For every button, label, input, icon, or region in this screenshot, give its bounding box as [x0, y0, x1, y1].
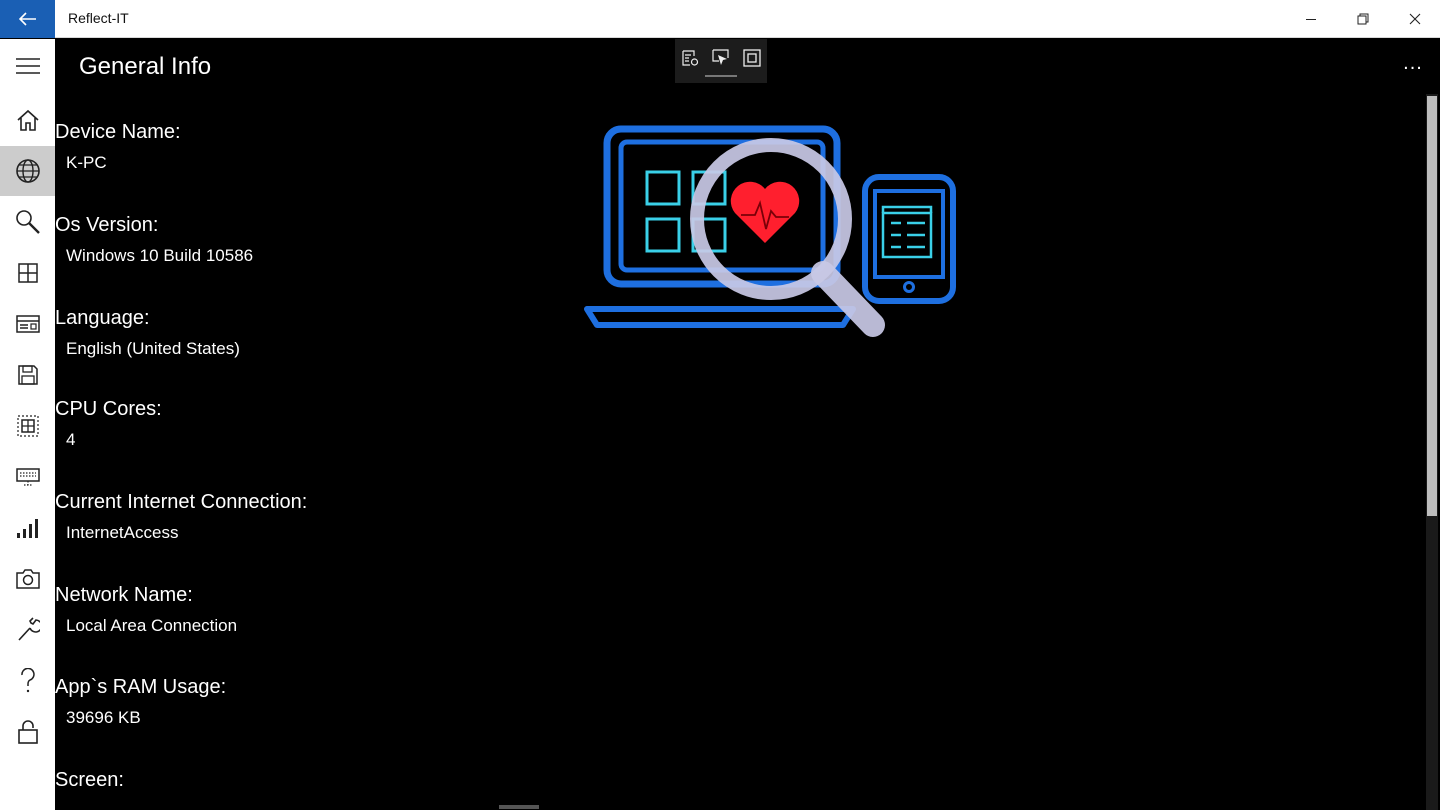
info-value: Windows 10 Build 10586	[66, 246, 254, 265]
cursor-select-icon	[712, 49, 729, 65]
info-item-os-version: Os Version: Windows 10 Build 10586	[55, 214, 253, 266]
info-label: Device Name:	[55, 121, 181, 143]
tree-settings-icon	[682, 50, 699, 66]
info-item-screen: Screen:	[55, 769, 124, 801]
back-button[interactable]	[0, 0, 55, 38]
scroll-thumb[interactable]	[1427, 96, 1437, 516]
layout-adorner-button[interactable]	[741, 47, 763, 69]
info-label: Language:	[55, 307, 150, 329]
sidebar-item-general-info[interactable]	[0, 146, 55, 196]
info-value: InternetAccess	[66, 523, 179, 542]
apps-grid-icon	[17, 263, 38, 283]
restore-button[interactable]	[1337, 0, 1389, 38]
sidebar	[0, 39, 55, 810]
info-value: K-PC	[66, 153, 107, 172]
close-icon	[1409, 13, 1421, 25]
sidebar-item-help[interactable]	[0, 656, 55, 706]
sidebar-item-apps[interactable]	[0, 248, 55, 298]
minimize-icon	[1306, 19, 1316, 20]
info-label: Current Internet Connection:	[55, 491, 308, 513]
sidebar-item-camera[interactable]	[0, 554, 55, 604]
select-element-button[interactable]	[710, 47, 732, 69]
info-value: 39696 KB	[66, 708, 141, 727]
close-button[interactable]	[1389, 0, 1440, 38]
globe-icon	[15, 159, 40, 183]
info-value: 4	[66, 430, 76, 449]
sidebar-item-processor[interactable]	[0, 401, 55, 451]
frame-icon	[742, 49, 761, 67]
sidebar-item-search[interactable]	[0, 197, 55, 247]
storage-icon	[17, 365, 38, 385]
sidebar-item-home[interactable]	[0, 95, 55, 145]
info-item-internet-connection: Current Internet Connection: InternetAcc…	[55, 491, 307, 543]
debug-toolbar	[675, 39, 767, 83]
page-title: General Info	[79, 53, 212, 80]
info-value: English (United States)	[66, 339, 240, 358]
device-health-illustration	[584, 125, 956, 337]
app-title: Reflect-IT	[68, 10, 129, 26]
title-bar: Reflect-IT	[0, 0, 1440, 38]
restore-icon	[1357, 13, 1369, 25]
sidebar-item-menu[interactable]	[0, 41, 55, 91]
main-content: General Info ... Device Name: K-PC Os Ve…	[55, 39, 1440, 810]
more-options-button[interactable]: ...	[1395, 53, 1431, 81]
arrow-left-icon	[18, 12, 36, 26]
info-label: CPU Cores:	[55, 398, 162, 420]
sidebar-item-display[interactable]	[0, 452, 55, 502]
info-value: Local Area Connection	[66, 616, 238, 635]
info-item-language: Language: English (United States)	[55, 307, 240, 359]
display-icon	[15, 468, 40, 486]
sidebar-item-lock[interactable]	[0, 707, 55, 757]
processor-icon	[16, 415, 39, 437]
lock-icon	[17, 720, 38, 744]
sidebar-item-tools[interactable]	[0, 605, 55, 655]
help-icon	[20, 668, 35, 693]
camera-icon	[15, 569, 40, 589]
info-label: App`s RAM Usage:	[55, 676, 227, 698]
info-item-ram-usage: App`s RAM Usage: 39696 KB	[55, 676, 226, 728]
vertical-scrollbar[interactable]	[1426, 94, 1438, 810]
info-label: Screen:	[55, 769, 124, 791]
sidebar-item-devices[interactable]	[0, 299, 55, 349]
horizontal-scroll-indicator	[499, 805, 539, 809]
search-icon	[15, 210, 40, 234]
home-icon	[16, 109, 39, 131]
visual-tree-button[interactable]	[679, 47, 701, 69]
devices-icon	[15, 315, 40, 333]
minimize-button[interactable]	[1285, 0, 1337, 38]
toolbar-drag-handle[interactable]	[705, 75, 737, 77]
hamburger-menu-icon	[15, 58, 40, 74]
info-label: Os Version:	[55, 214, 159, 236]
wrench-icon	[17, 617, 40, 641]
info-item-network-name: Network Name: Local Area Connection	[55, 584, 237, 636]
network-signal-icon	[16, 519, 38, 538]
info-label: Network Name:	[55, 584, 193, 606]
info-item-cpu-cores: CPU Cores: 4	[55, 398, 162, 450]
sidebar-item-network[interactable]	[0, 503, 55, 553]
info-item-device-name: Device Name: K-PC	[55, 121, 181, 173]
sidebar-item-storage[interactable]	[0, 350, 55, 400]
